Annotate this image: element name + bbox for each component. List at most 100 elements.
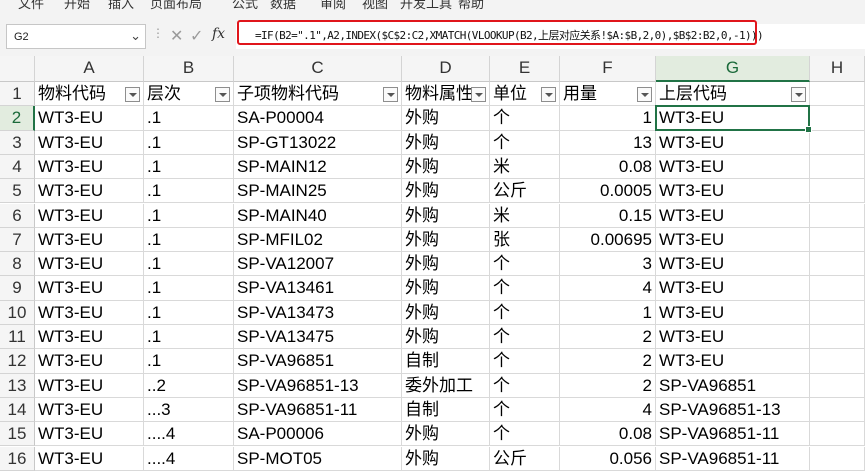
data-cell[interactable]: SA-P00006 bbox=[234, 422, 402, 447]
data-cell[interactable]: 0.00695 bbox=[560, 227, 656, 253]
data-cell[interactable]: 个 bbox=[490, 276, 560, 301]
data-cell[interactable]: WT3-EU bbox=[656, 276, 810, 301]
row-header[interactable]: 1 bbox=[0, 82, 35, 107]
data-cell[interactable]: SP-VA13475 bbox=[234, 325, 402, 350]
data-cell[interactable]: SP-VA96851-11 bbox=[656, 422, 810, 447]
header-cell[interactable]: 层次 bbox=[144, 82, 234, 107]
data-cell[interactable]: WT3-EU bbox=[656, 252, 810, 277]
data-cell[interactable]: .1 bbox=[144, 203, 234, 228]
row-header[interactable]: 4 bbox=[0, 154, 35, 180]
data-cell[interactable]: WT3-EU bbox=[656, 349, 810, 374]
data-cell[interactable]: 个 bbox=[490, 373, 560, 398]
data-cell[interactable]: 个 bbox=[490, 252, 560, 277]
row-header[interactable]: 5 bbox=[0, 179, 35, 204]
filter-dropdown-icon[interactable] bbox=[541, 87, 556, 102]
data-cell[interactable]: ....4 bbox=[144, 422, 234, 447]
data-cell[interactable]: .1 bbox=[144, 106, 234, 131]
data-cell[interactable]: 个 bbox=[490, 349, 560, 374]
empty-cell[interactable] bbox=[810, 106, 865, 131]
empty-cell[interactable] bbox=[810, 252, 865, 277]
insert-function-icon[interactable]: fx bbox=[212, 26, 225, 42]
data-cell[interactable]: .1 bbox=[144, 276, 234, 301]
data-cell[interactable]: WT3-EU bbox=[656, 154, 810, 180]
data-cell[interactable]: 0.15 bbox=[560, 203, 656, 228]
data-cell[interactable]: 个 bbox=[490, 422, 560, 447]
data-cell[interactable]: SP-VA12007 bbox=[234, 252, 402, 277]
data-cell[interactable]: WT3-EU bbox=[35, 373, 144, 398]
data-cell[interactable]: 外购 bbox=[402, 252, 490, 277]
data-cell[interactable]: WT3-EU bbox=[656, 325, 810, 350]
data-cell[interactable]: 0.0005 bbox=[560, 179, 656, 204]
data-cell[interactable]: WT3-EU bbox=[35, 300, 144, 325]
empty-cell[interactable] bbox=[810, 82, 865, 107]
data-cell[interactable]: SP-VA96851 bbox=[656, 373, 810, 398]
data-cell[interactable]: 0.08 bbox=[560, 154, 656, 180]
header-cell[interactable]: 物料属性 bbox=[402, 82, 490, 107]
data-cell[interactable]: 外购 bbox=[402, 276, 490, 301]
row-header[interactable]: 9 bbox=[0, 276, 35, 301]
empty-cell[interactable] bbox=[810, 203, 865, 228]
header-cell[interactable]: 物料代码 bbox=[35, 82, 144, 107]
select-all-corner[interactable] bbox=[0, 56, 35, 82]
data-cell[interactable]: SP-MFIL02 bbox=[234, 227, 402, 253]
data-cell[interactable]: 外购 bbox=[402, 203, 490, 228]
data-cell[interactable]: WT3-EU bbox=[656, 106, 810, 131]
empty-cell[interactable] bbox=[810, 349, 865, 374]
data-cell[interactable]: 4 bbox=[560, 397, 656, 423]
ribbon-tab[interactable]: 视图 bbox=[362, 0, 388, 10]
empty-cell[interactable] bbox=[810, 227, 865, 253]
data-cell[interactable]: ....4 bbox=[144, 446, 234, 471]
data-cell[interactable]: SP-VA96851-13 bbox=[656, 397, 810, 423]
data-cell[interactable]: WT3-EU bbox=[656, 227, 810, 253]
data-cell[interactable]: WT3-EU bbox=[35, 276, 144, 301]
ribbon-tab[interactable]: 开发工具 bbox=[400, 0, 452, 10]
data-cell[interactable]: SA-P00004 bbox=[234, 106, 402, 131]
data-cell[interactable]: 公斤 bbox=[490, 446, 560, 471]
empty-cell[interactable] bbox=[810, 130, 865, 155]
data-cell[interactable]: 张 bbox=[490, 227, 560, 253]
ribbon-tab[interactable]: 帮助 bbox=[458, 0, 484, 10]
empty-cell[interactable] bbox=[810, 422, 865, 447]
data-cell[interactable]: 2 bbox=[560, 325, 656, 350]
data-cell[interactable]: 公斤 bbox=[490, 179, 560, 204]
empty-cell[interactable] bbox=[810, 397, 865, 423]
filter-dropdown-icon[interactable] bbox=[791, 87, 806, 102]
row-header[interactable]: 10 bbox=[0, 300, 35, 325]
filter-dropdown-icon[interactable] bbox=[471, 87, 486, 102]
data-cell[interactable]: 1 bbox=[560, 106, 656, 131]
data-cell[interactable]: 3 bbox=[560, 252, 656, 277]
data-cell[interactable]: .1 bbox=[144, 154, 234, 180]
data-cell[interactable]: 2 bbox=[560, 349, 656, 374]
empty-cell[interactable] bbox=[810, 300, 865, 325]
row-header[interactable]: 6 bbox=[0, 203, 35, 228]
enter-icon[interactable]: ✓ bbox=[190, 26, 203, 46]
data-cell[interactable]: WT3-EU bbox=[35, 422, 144, 447]
data-cell[interactable]: 外购 bbox=[402, 154, 490, 180]
data-cell[interactable]: WT3-EU bbox=[35, 325, 144, 350]
column-header-e[interactable]: E bbox=[490, 56, 560, 82]
row-header[interactable]: 3 bbox=[0, 130, 35, 155]
data-cell[interactable]: WT3-EU bbox=[35, 397, 144, 423]
header-cell[interactable]: 子项物料代码 bbox=[234, 82, 402, 107]
row-header[interactable]: 14 bbox=[0, 397, 35, 423]
data-cell[interactable]: 外购 bbox=[402, 300, 490, 325]
data-cell[interactable]: SP-MAIN12 bbox=[234, 154, 402, 180]
data-cell[interactable]: WT3-EU bbox=[656, 130, 810, 155]
column-header-f[interactable]: F bbox=[560, 56, 656, 82]
data-cell[interactable]: ..2 bbox=[144, 373, 234, 398]
empty-cell[interactable] bbox=[810, 154, 865, 180]
row-header[interactable]: 13 bbox=[0, 373, 35, 398]
empty-cell[interactable] bbox=[810, 325, 865, 350]
data-cell[interactable]: 4 bbox=[560, 276, 656, 301]
data-cell[interactable]: SP-VA96851-11 bbox=[234, 397, 402, 423]
ribbon-tab[interactable]: 页面布局 bbox=[150, 0, 202, 10]
data-cell[interactable]: SP-VA96851-11 bbox=[656, 446, 810, 471]
data-cell[interactable]: 0.08 bbox=[560, 422, 656, 447]
data-cell[interactable]: 外购 bbox=[402, 179, 490, 204]
column-header-h[interactable]: H bbox=[810, 56, 865, 82]
filter-dropdown-icon[interactable] bbox=[215, 87, 230, 102]
data-cell[interactable]: WT3-EU bbox=[35, 106, 144, 131]
data-cell[interactable]: 自制 bbox=[402, 397, 490, 423]
data-cell[interactable]: 米 bbox=[490, 154, 560, 180]
data-cell[interactable]: SP-MOT05 bbox=[234, 446, 402, 471]
